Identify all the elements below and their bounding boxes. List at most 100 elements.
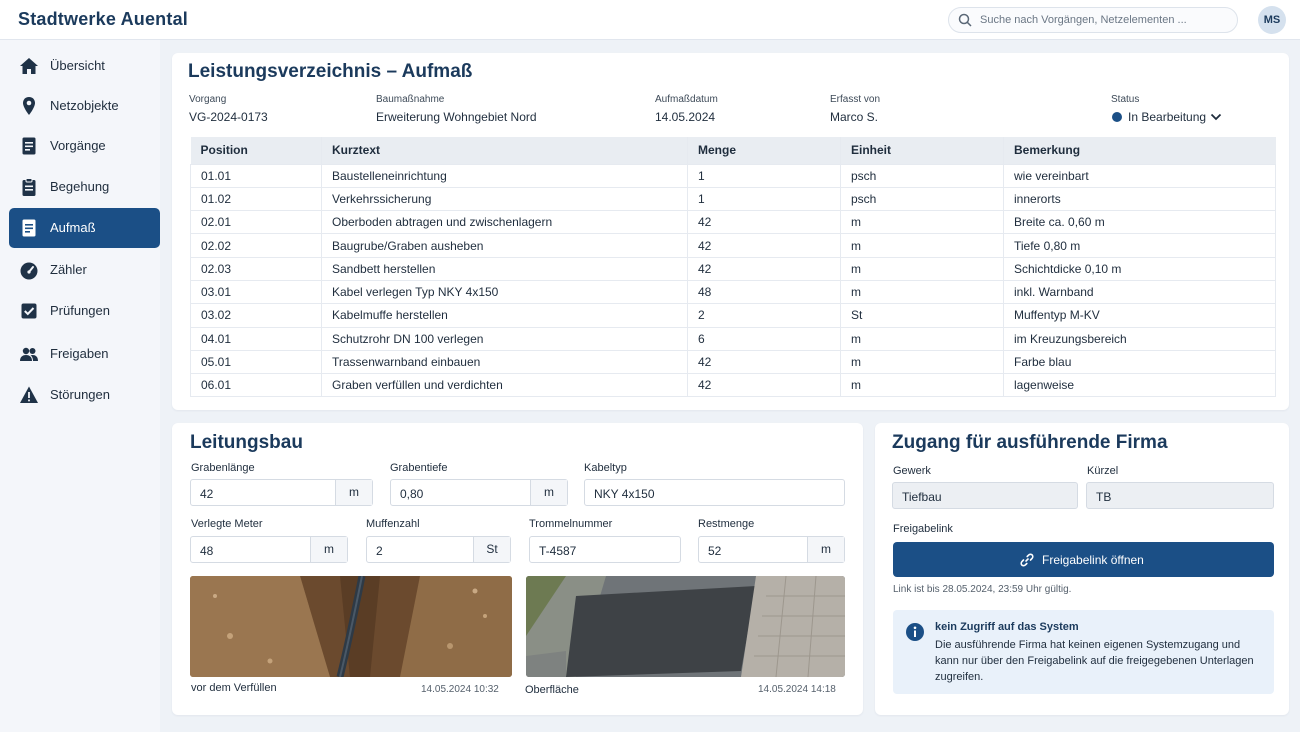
sidebar-item-stoerungen[interactable]: Störungen: [9, 375, 160, 415]
photo-trench[interactable]: [190, 576, 512, 677]
muffenzahl-field[interactable]: 2 St: [366, 536, 511, 563]
cell-einheit: m: [840, 233, 1004, 258]
verlegte-meter-label: Verlegte Meter: [191, 518, 263, 530]
gewerk-field: Tiefbau: [892, 482, 1078, 509]
cell-kurztext: Verkehrssicherung: [321, 186, 688, 211]
table-row[interactable]: 03.01 Kabel verlegen Typ NKY 4x150 48 m inkl…: [190, 279, 1276, 304]
trommelnummer-value: T-4587: [539, 544, 577, 558]
chevron-down-icon: [1210, 113, 1222, 121]
cell-position: 02.03: [190, 256, 322, 281]
column-header-position[interactable]: Position: [190, 137, 322, 164]
sidebar-item-aufmass[interactable]: Aufmaß: [9, 208, 160, 248]
baumassnahme-label: Baumaßnahme: [376, 94, 445, 105]
table-row[interactable]: 01.01 Baustelleneinrichtung 1 psch wie verei…: [190, 163, 1276, 188]
table-row[interactable]: 05.01 Trassenwarnband einbauen 42 m Farbe bl…: [190, 349, 1276, 374]
table-row[interactable]: 04.01 Schutzrohr DN 100 verlegen 6 m im Kreu…: [190, 326, 1276, 351]
verlegte-meter-value: 48: [200, 544, 214, 558]
sidebar-item-netzobjekte[interactable]: Netzobjekte: [9, 86, 160, 126]
grabentiefe-field[interactable]: 0,80 m: [390, 479, 568, 506]
sidebar-item-label: Störungen: [50, 387, 110, 402]
cell-bemerkung: Farbe blau: [1003, 349, 1276, 374]
cell-einheit: m: [840, 256, 1004, 281]
avatar[interactable]: MS: [1258, 6, 1286, 34]
open-share-link-button[interactable]: Freigabelink öffnen: [893, 542, 1274, 577]
document-icon: [22, 137, 36, 155]
unit-label: St: [473, 537, 510, 562]
brand-logo[interactable]: Stadtwerke Auental: [18, 9, 188, 30]
cell-position: 04.01: [190, 326, 322, 351]
no-access-info-box: kein Zugriff auf das System Die ausführe…: [893, 610, 1274, 694]
table-row[interactable]: 02.03 Sandbett herstellen 42 m Schichtdicke …: [190, 256, 1276, 281]
cell-position: 06.01: [190, 373, 322, 398]
sidebar-item-label: Begehung: [50, 179, 110, 194]
search-icon: [958, 13, 972, 27]
table-row[interactable]: 03.02 Kabelmuffe herstellen 2 St Muffentyp M…: [190, 303, 1276, 328]
cell-position: 01.01: [190, 163, 322, 188]
cell-bemerkung: inkl. Warnband: [1003, 279, 1276, 304]
sidebar-item-zaehler[interactable]: Zähler: [9, 250, 160, 290]
kabeltyp-label: Kabeltyp: [584, 462, 627, 474]
sidebar-item-label: Freigaben: [50, 346, 109, 361]
table-row[interactable]: 06.01 Graben verfüllen und verdichten 42 m l…: [190, 373, 1276, 398]
cell-bemerkung: Breite ca. 0,60 m: [1003, 210, 1276, 234]
sidebar-item-freigaben[interactable]: Freigaben: [9, 334, 160, 374]
grabenlaenge-value: 42: [200, 487, 214, 501]
status-select[interactable]: In Bearbeitung: [1111, 107, 1231, 127]
sidebar-item-label: Aufmaß: [50, 220, 96, 235]
cell-kurztext: Trassenwarnband einbauen: [321, 349, 688, 374]
gauge-icon: [20, 262, 38, 280]
cell-kurztext: Baustelleneinrichtung: [321, 163, 688, 188]
search-placeholder: Suche nach Vorgängen, Netzelementen ...: [980, 14, 1187, 26]
table-row[interactable]: 02.02 Baugrube/Graben ausheben 42 m Tiefe 0,…: [190, 233, 1276, 258]
cell-position: 05.01: [190, 349, 322, 374]
kuerzel-label: Kürzel: [1087, 465, 1119, 477]
map-pin-icon: [23, 97, 35, 115]
table-row[interactable]: 01.02 Verkehrssicherung 1 psch innerorts: [190, 186, 1276, 211]
muffenzahl-value: 2: [376, 544, 383, 558]
cell-kurztext: Baugrube/Graben ausheben: [321, 233, 688, 258]
verlegte-meter-field[interactable]: 48 m: [190, 536, 348, 563]
cell-einheit: m: [840, 210, 1004, 234]
sidebar-item-uebersicht[interactable]: Übersicht: [9, 46, 160, 86]
kuerzel-value: TB: [1096, 490, 1112, 504]
gewerk-value: Tiefbau: [902, 490, 942, 504]
leistungsverzeichnis-table: Position Kurztext Menge Einheit Bemerkun…: [190, 137, 1276, 398]
cell-menge: 42: [687, 210, 841, 234]
sidebar-item-vorgaenge[interactable]: Vorgänge: [9, 126, 160, 166]
restmenge-value: 52: [708, 544, 722, 558]
link-icon: [1020, 553, 1034, 567]
sidebar-item-label: Zähler: [50, 262, 87, 277]
column-header-einheit[interactable]: Einheit: [840, 137, 1004, 164]
home-icon: [20, 58, 38, 74]
cell-einheit: psch: [840, 163, 1004, 188]
trommelnummer-label: Trommelnummer: [529, 518, 613, 530]
cell-position: 02.01: [190, 210, 322, 234]
gewerk-label: Gewerk: [893, 465, 931, 477]
photo-timestamp: 14.05.2024 14:18: [758, 684, 836, 695]
sidebar-item-pruefungen[interactable]: Prüfungen: [9, 291, 160, 331]
grabenlaenge-field[interactable]: 42 m: [190, 479, 373, 506]
photo-surface[interactable]: [526, 576, 845, 677]
people-icon: [20, 347, 38, 361]
zugang-card: Zugang für ausführende Firma Gewerk Tief…: [875, 423, 1289, 715]
kuerzel-field: TB: [1086, 482, 1274, 509]
trommelnummer-field[interactable]: T-4587: [529, 536, 681, 563]
unit-label: m: [807, 537, 844, 562]
top-bar: Stadtwerke Auental Suche nach Vorgängen,…: [0, 0, 1300, 40]
column-header-bemerkung[interactable]: Bemerkung: [1003, 137, 1276, 164]
check-square-icon: [21, 303, 37, 319]
restmenge-label: Restmenge: [698, 518, 755, 530]
restmenge-field[interactable]: 52 m: [698, 536, 845, 563]
cell-einheit: m: [840, 326, 1004, 351]
column-header-menge[interactable]: Menge: [687, 137, 841, 164]
cell-position: 02.02: [190, 233, 322, 258]
zugang-title: Zugang für ausführende Firma: [892, 432, 1168, 453]
unit-label: m: [530, 480, 567, 505]
trench-photo-image: [190, 576, 512, 677]
photo-caption: Oberfläche: [525, 684, 579, 696]
table-row[interactable]: 02.01 Oberboden abtragen und zwischenlage…: [190, 210, 1276, 234]
search-input[interactable]: Suche nach Vorgängen, Netzelementen ...: [948, 7, 1238, 33]
column-header-kurztext[interactable]: Kurztext: [321, 137, 688, 164]
sidebar-item-begehung[interactable]: Begehung: [9, 167, 160, 207]
kabeltyp-field[interactable]: NKY 4x150: [584, 479, 845, 506]
